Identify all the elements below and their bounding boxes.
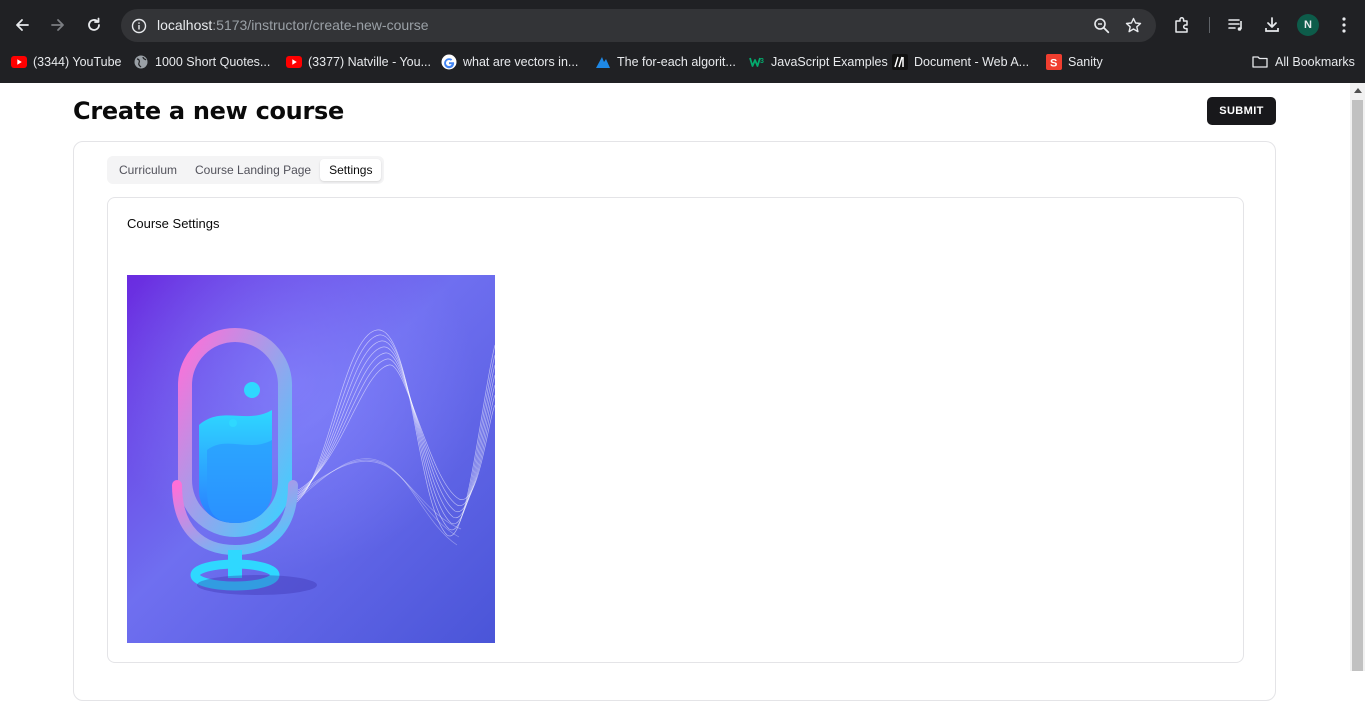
mdn-icon [892, 54, 908, 70]
url-path: :5173/instructor/create-new-course [212, 17, 429, 33]
sanity-icon: S [1046, 54, 1062, 70]
bookmark-label: (3377) Natville - You... [308, 55, 431, 69]
scroll-thumb[interactable] [1352, 100, 1363, 671]
bookmark-item[interactable]: Document - Web A... [892, 53, 1029, 71]
bookmark-item[interactable]: (3344) YouTube [11, 53, 122, 71]
back-button[interactable] [10, 13, 34, 37]
address-bar[interactable]: localhost:5173/instructor/create-new-cou… [121, 9, 1156, 42]
svg-text:S: S [1050, 58, 1057, 70]
bookmark-item[interactable]: 1000 Short Quotes... [133, 53, 270, 71]
course-settings-panel: Course Settings [107, 197, 1244, 663]
zoom-icon[interactable] [1092, 16, 1111, 35]
bookmark-item[interactable]: what are vectors in... [441, 53, 578, 71]
bookmark-label: what are vectors in... [463, 55, 579, 69]
browser-chrome: localhost:5173/instructor/create-new-cou… [0, 0, 1365, 83]
page-content: Create a new course SUBMIT Curriculum Co… [0, 83, 1350, 701]
globe-icon [133, 54, 149, 70]
bookmark-label: JavaScript Examples [771, 55, 888, 69]
bookmarks-bar: (3344) YouTube 1000 Short Quotes... (337… [0, 50, 1365, 74]
bookmark-item[interactable]: S Sanity [1046, 53, 1103, 71]
google-icon [441, 54, 457, 70]
forward-button[interactable] [46, 13, 70, 37]
tab-curriculum[interactable]: Curriculum [110, 159, 186, 181]
scroll-up-arrow-icon[interactable] [1354, 88, 1362, 93]
bookmark-item[interactable]: 3 JavaScript Examples [749, 53, 888, 71]
extensions-icon[interactable] [1171, 14, 1193, 36]
tab-settings[interactable]: Settings [320, 159, 382, 181]
url-host: localhost [157, 17, 213, 33]
shark-icon [595, 54, 611, 70]
page-title: Create a new course [73, 97, 344, 125]
url-text: localhost:5173/instructor/create-new-cou… [157, 17, 429, 33]
media-controls-icon[interactable] [1225, 14, 1247, 36]
toolbar-divider [1209, 17, 1210, 33]
bookmark-item[interactable]: (3377) Natville - You... [286, 53, 431, 71]
back-arrow-icon [16, 19, 29, 31]
profile-avatar[interactable]: N [1297, 14, 1319, 36]
svg-text:3: 3 [760, 58, 764, 65]
page-scrollbar[interactable] [1350, 83, 1365, 671]
w3-icon: 3 [749, 54, 765, 70]
bookmark-item[interactable]: The for-each algorit... [595, 53, 736, 71]
course-settings-title: Course Settings [127, 216, 220, 231]
downloads-icon[interactable] [1261, 14, 1283, 36]
folder-icon [1252, 55, 1268, 69]
reload-icon [88, 17, 100, 31]
bookmark-label: (3344) YouTube [33, 55, 122, 69]
bookmark-label: 1000 Short Quotes... [155, 55, 271, 69]
bookmark-label: The for-each algorit... [617, 55, 736, 69]
bookmark-label: Document - Web A... [914, 55, 1030, 69]
course-editor-card: Curriculum Course Landing Page Settings … [73, 141, 1276, 701]
bookmark-star-icon[interactable] [1124, 16, 1143, 35]
all-bookmarks-label: All Bookmarks [1275, 55, 1355, 69]
youtube-icon [286, 54, 302, 70]
tab-course-landing-page[interactable]: Course Landing Page [186, 159, 320, 181]
youtube-icon [11, 54, 27, 70]
reload-button[interactable] [82, 13, 106, 37]
site-info-icon[interactable] [129, 16, 148, 35]
submit-button[interactable]: SUBMIT [1207, 97, 1276, 125]
microphone-soundwave-illustration [127, 275, 495, 643]
tabs-list: Curriculum Course Landing Page Settings [107, 156, 385, 184]
course-image [127, 275, 495, 643]
forward-arrow-icon [51, 19, 64, 31]
all-bookmarks-button[interactable]: All Bookmarks [1252, 53, 1355, 71]
bookmark-label: Sanity [1068, 55, 1103, 69]
more-menu-icon[interactable] [1333, 14, 1355, 36]
